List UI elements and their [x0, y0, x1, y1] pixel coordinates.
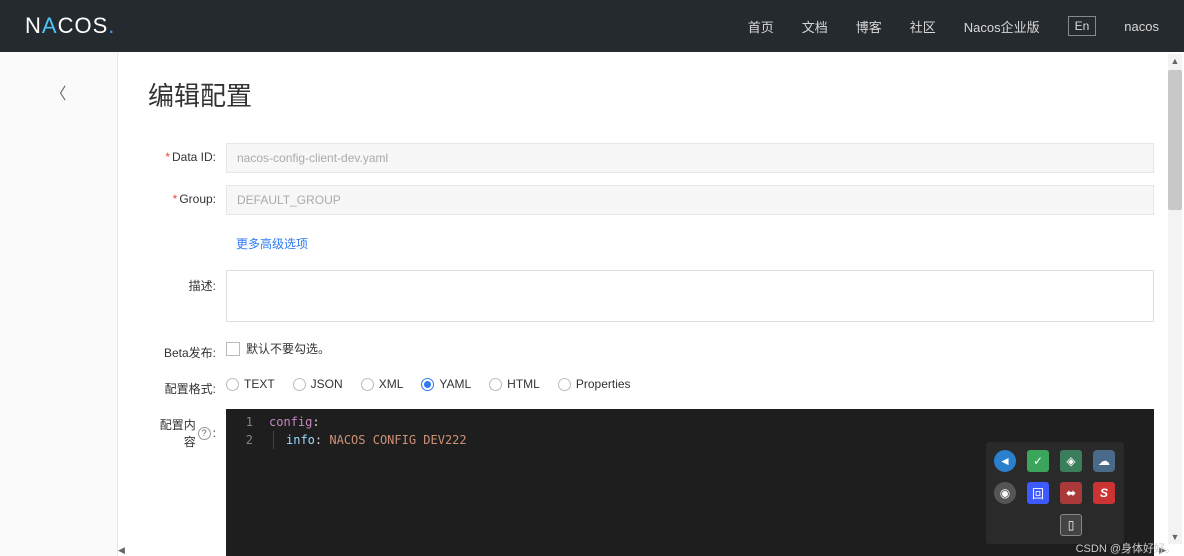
radio-label: HTML	[507, 377, 540, 391]
format-radio-json[interactable]: JSON	[293, 377, 343, 391]
radio-label: Properties	[576, 377, 631, 391]
radio-icon	[421, 378, 434, 391]
dataid-input[interactable]	[226, 143, 1154, 173]
scrollbar-up-icon[interactable]: ▲	[1168, 54, 1182, 68]
radio-label: JSON	[311, 377, 343, 391]
help-icon[interactable]: ?	[198, 427, 211, 440]
group-input[interactable]	[226, 185, 1154, 215]
row-dataid: *Data ID:	[148, 143, 1154, 173]
row-desc: 描述:	[148, 270, 1154, 325]
label-dataid: *Data ID:	[148, 143, 226, 164]
system-tray: ◄ ✓ ◈ ☁ ◉ 回 ⬌ S ▯	[986, 442, 1124, 544]
page-title: 编辑配置	[148, 76, 1154, 113]
advanced-options-link[interactable]: 更多高级选项	[236, 235, 308, 252]
label-group: *Group:	[148, 185, 226, 206]
row-group: *Group:	[148, 185, 1154, 215]
beta-checkbox[interactable]	[226, 342, 240, 356]
format-radio-text[interactable]: TEXT	[226, 377, 275, 391]
radio-label: TEXT	[244, 377, 275, 391]
label-format: 配置格式:	[148, 373, 226, 397]
beta-checkbox-label: 默认不要勾选。	[246, 340, 330, 357]
tray-icon-empty3	[1093, 514, 1115, 536]
code-line[interactable]: config:	[269, 413, 467, 431]
radio-icon	[558, 378, 571, 391]
tray-icon-shield[interactable]: ◈	[1060, 450, 1082, 472]
label-beta: Beta发布:	[148, 337, 226, 361]
format-radio-yaml[interactable]: YAML	[421, 377, 471, 391]
row-advanced: 更多高级选项	[236, 227, 1154, 252]
label-desc: 描述:	[148, 270, 226, 294]
format-radio-html[interactable]: HTML	[489, 377, 540, 391]
user-label[interactable]: nacos	[1124, 19, 1159, 34]
radio-label: XML	[379, 377, 404, 391]
beta-checkbox-wrap[interactable]: 默认不要勾选。	[226, 337, 1154, 357]
row-format: 配置格式: TEXT JSON XML YAML HTML Properties	[148, 373, 1154, 397]
language-toggle[interactable]: En	[1068, 16, 1097, 36]
format-radio-group: TEXT JSON XML YAML HTML Properties	[226, 373, 1154, 391]
format-radio-xml[interactable]: XML	[361, 377, 404, 391]
h-scrollbar-left-icon[interactable]: ◀	[118, 545, 125, 556]
back-icon[interactable]: 〈	[50, 80, 66, 556]
tray-icon-5[interactable]: ◉	[994, 482, 1016, 504]
tray-icon-9[interactable]: ▯	[1060, 514, 1082, 536]
row-beta: Beta发布: 默认不要勾选。	[148, 337, 1154, 361]
radio-icon	[489, 378, 502, 391]
logo[interactable]: NACOS.	[25, 13, 115, 39]
editor-lines[interactable]: config:info: NACOS CONFIG DEV222	[261, 409, 475, 556]
tray-icon-empty1	[994, 514, 1016, 536]
scrollbar-thumb[interactable]	[1168, 70, 1182, 210]
editor-gutter: 12	[226, 409, 261, 556]
top-nav: NACOS. 首页 文档 博客 社区 Nacos企业版 En nacos	[0, 0, 1184, 52]
nav-enterprise[interactable]: Nacos企业版	[964, 17, 1040, 36]
nav-right: 首页 文档 博客 社区 Nacos企业版 En nacos	[748, 16, 1159, 36]
format-radio-properties[interactable]: Properties	[558, 377, 631, 391]
nav-community[interactable]: 社区	[910, 17, 936, 36]
tray-icon-6[interactable]: 回	[1027, 482, 1049, 504]
radio-icon	[226, 378, 239, 391]
tray-icon-empty2	[1027, 514, 1049, 536]
description-input[interactable]	[226, 270, 1154, 322]
radio-label: YAML	[439, 377, 471, 391]
watermark: CSDN @身体好好。	[1076, 540, 1176, 556]
radio-icon	[293, 378, 306, 391]
tray-icon-1[interactable]: ◄	[994, 450, 1016, 472]
radio-icon	[361, 378, 374, 391]
tray-icon-7[interactable]: ⬌	[1060, 482, 1082, 504]
nav-docs[interactable]: 文档	[802, 17, 828, 36]
tray-icon-cloud[interactable]: ☁	[1093, 450, 1115, 472]
nav-home[interactable]: 首页	[748, 17, 774, 36]
code-line[interactable]: info: NACOS CONFIG DEV222	[269, 431, 467, 449]
tray-icon-2[interactable]: ✓	[1027, 450, 1049, 472]
sidebar: 〈	[0, 52, 118, 556]
label-content: 配置内容?:	[148, 409, 226, 450]
nav-blog[interactable]: 博客	[856, 17, 882, 36]
tray-icon-s[interactable]: S	[1093, 482, 1115, 504]
